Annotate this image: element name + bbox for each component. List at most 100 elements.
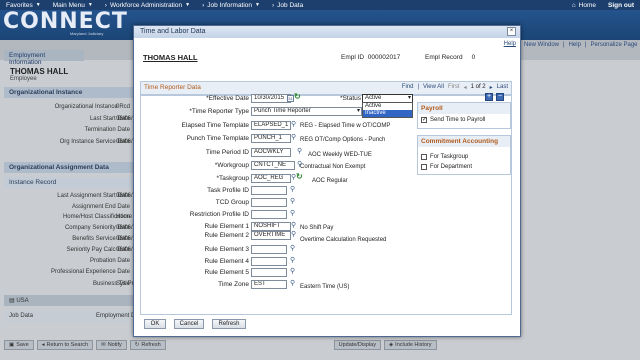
section-org-instance[interactable]: Organizational Instance — [4, 87, 136, 98]
elapsed-template-input[interactable]: ELAPSED_1 — [251, 121, 291, 130]
workgroup-label: *Workgroup — [214, 162, 249, 169]
magnifier-icon[interactable]: ⚲ — [291, 134, 298, 141]
rule-element-3-input[interactable] — [251, 245, 287, 254]
status-option-active[interactable]: Active — [363, 103, 412, 110]
nav-workforce-admin[interactable]: › Workforce Administration ▼ — [99, 2, 196, 9]
minus-icon[interactable]: − — [496, 93, 504, 101]
last-link[interactable]: Last — [497, 84, 508, 91]
rule-element-5-input[interactable] — [251, 268, 287, 277]
magnifier-icon[interactable]: ⚲ — [290, 268, 297, 275]
rule-element-4-input[interactable] — [251, 257, 287, 266]
time-zone-desc: Eastern Time (US) — [300, 284, 350, 290]
send-to-payroll-checkbox[interactable]: ✓ — [421, 117, 427, 123]
prev-icon[interactable]: ◂ — [464, 84, 467, 91]
magnifier-icon[interactable]: ⚲ — [291, 222, 298, 229]
save-button[interactable]: ▣ Save — [4, 340, 34, 350]
home-icon: ⌂ — [571, 1, 576, 9]
workgroup-input[interactable]: CNTCT_NE — [251, 161, 295, 170]
employee-role: Employee — [10, 76, 37, 82]
include-history-button[interactable]: ◈ Include History — [383, 340, 437, 350]
taskgroup-input[interactable]: AOC_REG — [251, 174, 291, 183]
update-display-button[interactable]: Update/Display — [333, 340, 381, 350]
magnifier-icon[interactable]: ⚲ — [297, 148, 304, 155]
field-label: Seniority Pay Calc Date — [66, 247, 130, 253]
time-period-label: Time Period ID — [205, 149, 249, 156]
history-icon: ◈ — [388, 342, 394, 348]
personalize-page-link[interactable]: Personalize Page — [590, 42, 637, 48]
magnifier-icon[interactable]: ⚲ — [290, 198, 297, 205]
signout-link[interactable]: Sign out — [602, 2, 640, 9]
nav-favorites[interactable]: Favorites ▼ — [0, 2, 47, 9]
nav-main-menu[interactable]: Main Menu ▼ — [47, 2, 99, 9]
refresh-arrows-icon[interactable]: ↻ — [296, 173, 303, 181]
field-value: 06/06/ — [116, 225, 133, 231]
time-period-input[interactable]: AOCWKLY — [251, 148, 291, 157]
magnifier-icon[interactable]: ⚲ — [290, 245, 297, 252]
field-label: Professional Experience Date — [50, 269, 130, 275]
punch-template-desc: REG OT/Comp Options - Punch — [300, 137, 386, 143]
section-instance-record: Instance Record — [4, 177, 136, 188]
magnifier-icon[interactable]: ⚲ — [290, 186, 297, 193]
magnifier-icon[interactable]: ⚲ — [291, 121, 298, 128]
tab-employment-information[interactable]: Employment Information — [4, 50, 84, 66]
help-link[interactable]: Help — [504, 41, 516, 47]
magnifier-icon[interactable]: ⚲ — [290, 280, 297, 287]
time-reporter-type-select[interactable]: Punch Time Reporter ▾ — [251, 107, 362, 116]
restriction-profile-input[interactable] — [251, 210, 287, 219]
magnifier-icon[interactable]: ⚲ — [290, 257, 297, 264]
new-window-link[interactable]: New Window — [524, 42, 559, 48]
field-label: Termination Date — [84, 127, 130, 133]
dialog-title-bar[interactable]: Time and Labor Data × — [134, 26, 520, 38]
field-label: Company Seniority Date — [64, 225, 130, 231]
magnifier-icon[interactable]: ⚲ — [291, 231, 298, 238]
home-link[interactable]: ⌂ Home — [566, 2, 602, 9]
field-label: Last Assignment Start Date — [57, 193, 130, 199]
next-icon[interactable]: ▸ — [490, 84, 493, 91]
time-reporter-header: Time Reporter Data Find | View All First … — [140, 81, 512, 95]
taskgroup-label: *Taskgroup — [216, 175, 249, 182]
first-link[interactable]: First — [448, 84, 460, 91]
plus-icon[interactable]: + — [485, 93, 493, 101]
punch-template-input[interactable]: PUNCH_1 — [251, 134, 291, 143]
chevron-down-icon: ▼ — [87, 2, 93, 8]
cancel-button[interactable]: Cancel — [174, 319, 204, 329]
elapsed-template-desc: REG - Elapsed Time w OT/COMP — [300, 123, 391, 129]
for-department-checkbox[interactable] — [421, 164, 427, 170]
tcd-group-input[interactable] — [251, 198, 287, 207]
nav-separator: | — [417, 84, 420, 90]
chevron-down-icon: ▼ — [185, 2, 191, 8]
notify-button[interactable]: ✉ Notify — [96, 340, 127, 350]
field-label: Last Start Date — [89, 116, 130, 122]
time-period-desc: AOC Weekly WED-TUE — [308, 152, 372, 158]
effective-date-label: *Effective Date — [206, 95, 249, 102]
task-profile-input[interactable] — [251, 186, 287, 195]
field-value: 06/06/ — [116, 193, 133, 199]
field-label: Assignment End Date — [71, 204, 130, 210]
payroll-title: Payroll — [418, 103, 510, 114]
find-link[interactable]: Find — [402, 84, 414, 91]
status-option-inactive[interactable]: Inactive — [363, 110, 412, 117]
magnifier-icon[interactable]: ⚲ — [290, 210, 297, 217]
rule-element-2-input[interactable]: OVERTIME — [251, 231, 291, 240]
employee-name: THOMAS HALL — [10, 67, 69, 76]
rule-element-2-desc: Overtime Calculation Requested — [300, 237, 387, 243]
view-all-link[interactable]: View All — [423, 84, 444, 91]
nav-job-data[interactable]: › Job Data — [266, 2, 309, 9]
rule-element-1-input[interactable]: NOSHIFT — [251, 222, 291, 231]
time-zone-input[interactable]: EST — [251, 280, 287, 289]
chevron-down-icon: ▼ — [35, 2, 41, 8]
return-to-search-button[interactable]: ◂ Return to Search — [36, 340, 94, 350]
send-to-payroll-label: Send Time to Payroll — [430, 117, 486, 123]
refresh-button[interactable]: Refresh — [212, 319, 246, 329]
return-icon: ◂ — [41, 342, 45, 348]
close-icon[interactable]: × — [507, 27, 516, 36]
refresh-button-bg[interactable]: ↻ Refresh — [129, 340, 166, 350]
section-org-assignment[interactable]: Organizational Assignment Data — [4, 162, 136, 173]
for-taskgroup-checkbox[interactable] — [421, 154, 427, 160]
field-value: 0 — [116, 104, 120, 110]
nav-job-information[interactable]: › Job Information ▼ — [196, 2, 266, 9]
ok-button[interactable]: OK — [144, 319, 166, 329]
notify-icon: ✉ — [101, 342, 106, 348]
help-link-bg[interactable]: Help — [569, 42, 581, 48]
field-label: Organizational Instance Rcd — [54, 104, 130, 110]
